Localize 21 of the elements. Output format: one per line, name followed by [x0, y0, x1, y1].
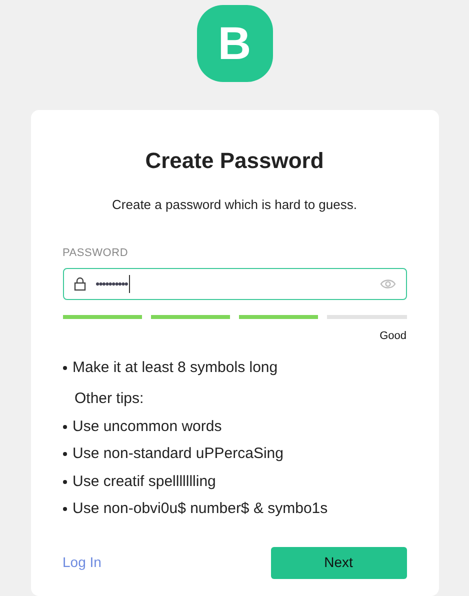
app-logo: B [196, 5, 272, 82]
eye-icon[interactable] [380, 279, 396, 289]
bullet-icon [62, 424, 66, 429]
bullet-icon [62, 452, 66, 456]
tip-text: Use uncommon words [72, 416, 222, 436]
strength-label: Good [380, 329, 406, 344]
lock-icon [74, 277, 86, 291]
password-value: •••••••••• [96, 275, 130, 293]
tips-heading: Other tips: [74, 389, 145, 409]
rule-text: Make it at least 8 symbols long [72, 358, 278, 378]
tip-text: Use non-obvi0u$ number$ & symbo1s [72, 499, 328, 519]
page-title: Create Password [144, 147, 325, 175]
bullet-icon [62, 507, 66, 512]
tip-text: Use non-standard uPPercaSing [72, 444, 284, 464]
tip-text: Use creatif spellllllling [72, 472, 216, 492]
password-field[interactable]: •••••••••• [62, 268, 406, 300]
next-button[interactable]: Next [270, 546, 406, 578]
bullet-icon [62, 480, 66, 484]
bullet-icon [62, 366, 66, 370]
subtitle: Create a password which is hard to guess. [111, 196, 358, 214]
password-label: PASSWORD [62, 246, 130, 260]
